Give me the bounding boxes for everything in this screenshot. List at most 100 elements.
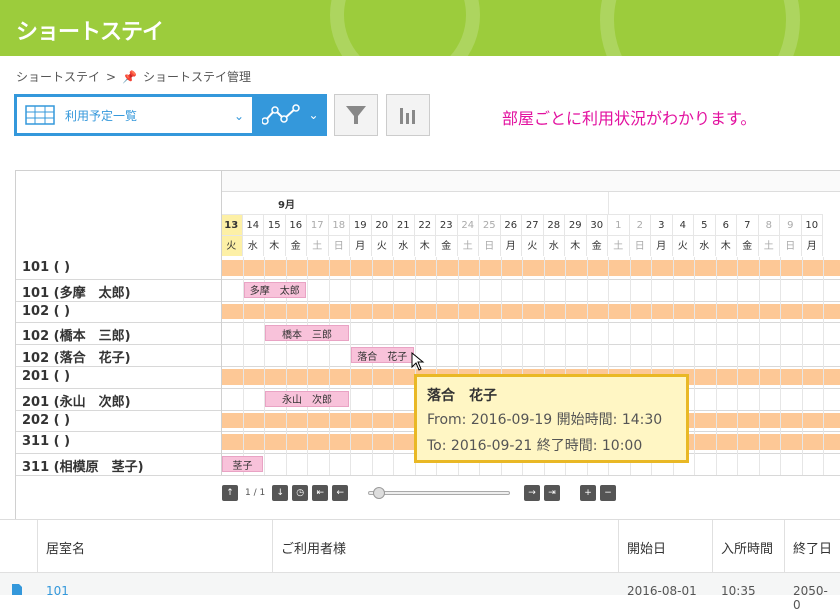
weekday: 火	[371, 235, 393, 256]
zoom-slider[interactable]	[368, 487, 510, 499]
zoom-buttons: + −	[580, 485, 616, 501]
records-table: 居室名 ご利用者様 開始日 入所時間 終了日 101 2016-08-01 10…	[0, 519, 840, 612]
graph-icon	[262, 104, 301, 125]
weekday: 金	[586, 235, 608, 256]
stay-event[interactable]: 永山 次郎	[265, 390, 349, 407]
day-number: 22	[414, 214, 436, 235]
label-column-divider	[221, 171, 222, 475]
weekday: 月	[651, 235, 673, 256]
graph-menu-button[interactable]: ⌄	[254, 94, 327, 136]
table-header[interactable]: 入所時間	[713, 520, 785, 572]
chevron-down-icon: ⌄	[308, 108, 319, 122]
breadcrumb-current: ショートステイ管理	[143, 70, 252, 84]
pin-icon: 📌	[122, 69, 138, 84]
arrow-up-icon[interactable]: ↑	[222, 485, 238, 501]
day-number: 2	[629, 214, 651, 235]
day-number: 21	[393, 214, 415, 235]
weekday: 水	[543, 235, 565, 256]
zoom-in-icon[interactable]: +	[580, 485, 596, 501]
app-title: ショートステイ	[16, 20, 164, 45]
day-gridline	[694, 257, 695, 475]
stay-event[interactable]: 茎子	[222, 456, 263, 473]
stay-event[interactable]: 多摩 太郎	[243, 281, 306, 298]
day-number: 27	[522, 214, 544, 235]
day-number: 19	[350, 214, 372, 235]
event-tooltip: 落合 花子 From: 2016-09-19 開始時間: 14:30 To: 2…	[414, 374, 689, 463]
tooltip-from: From: 2016-09-19 開始時間: 14:30	[427, 412, 663, 428]
pager-right: → ⇥	[524, 485, 560, 501]
table-header[interactable]: ご利用者様	[273, 520, 619, 572]
room-row-label: 102 (橋本 三郎)	[22, 329, 131, 345]
day-gridline	[801, 257, 803, 475]
weekday: 木	[414, 235, 436, 256]
day-gridline	[307, 257, 308, 475]
month-separator	[608, 192, 609, 214]
arrow-right-icon[interactable]: →	[524, 485, 540, 501]
vacancy-bar[interactable]	[222, 260, 840, 276]
day-number: 26	[500, 214, 522, 235]
stay-event[interactable]: 落合 花子	[351, 347, 414, 364]
zoom-out-icon[interactable]: −	[600, 485, 616, 501]
day-number: 13	[221, 214, 243, 235]
app-header: ショートステイ	[0, 0, 840, 56]
view-select[interactable]: 利用予定一覧 ⌄	[17, 97, 252, 133]
slider-handle[interactable]	[373, 487, 385, 499]
table-cell-user	[273, 572, 289, 596]
room-row-label: 102 (落合 花子)	[22, 351, 131, 367]
day-number: 1	[608, 214, 630, 235]
weekday: 木	[264, 235, 286, 256]
day-gridline	[823, 257, 824, 475]
table-cell-room[interactable]: 101	[38, 572, 77, 598]
room-row-label: 102 ( )	[22, 303, 71, 319]
skip-left-icon[interactable]: ⇤	[312, 485, 329, 501]
weekday: 金	[737, 235, 759, 256]
grid-header-top	[221, 171, 840, 192]
clock-icon[interactable]: ◷	[292, 485, 309, 501]
weekday: 土	[608, 235, 630, 256]
day-number: 18	[328, 214, 350, 235]
weekday: 日	[629, 235, 651, 256]
filter-button[interactable]	[334, 94, 378, 136]
day-number: 5	[694, 214, 716, 235]
day-number: 28	[543, 214, 565, 235]
day-number: 4	[672, 214, 694, 235]
weekday: 土	[758, 235, 780, 256]
arrow-left-icon[interactable]: ←	[332, 485, 349, 501]
room-row-label: 101 ( )	[22, 260, 71, 275]
table-header[interactable]: 居室名	[38, 520, 273, 572]
room-row-label: 311 ( )	[22, 434, 71, 450]
stay-event[interactable]: 橋本 三郎	[265, 325, 349, 342]
document-icon[interactable]	[12, 584, 22, 595]
arrow-down-icon[interactable]: ↓	[272, 485, 289, 501]
schedule-grid: 9月 13 火 14 水 15 木 16 金 17 土 18 日 19 月 20 火 21 水 22 木 23 金 24 土 2…	[15, 170, 840, 520]
vacancy-bar[interactable]	[222, 303, 840, 320]
header-decoration	[600, 0, 800, 56]
table-header[interactable]: 終了日	[785, 520, 840, 572]
chart-button[interactable]	[386, 94, 430, 136]
breadcrumb-separator: >	[106, 69, 117, 84]
breadcrumb: ショートステイ > 📌 ショートステイ管理	[16, 68, 251, 85]
day-number: 9	[780, 214, 802, 235]
day-number: 16	[285, 214, 307, 235]
day-number: 15	[264, 214, 286, 235]
breadcrumb-root[interactable]: ショートステイ	[16, 68, 100, 85]
table-header[interactable]: 開始日	[619, 520, 713, 572]
view-selector[interactable]: 利用予定一覧 ⌄ ⌄	[14, 94, 327, 136]
weekday: 水	[694, 235, 716, 256]
weekday: 土	[307, 235, 329, 256]
toolbar: 利用予定一覧 ⌄ ⌄	[14, 94, 327, 136]
table-view-icon	[25, 105, 55, 125]
day-gridline	[737, 257, 738, 475]
day-number: 29	[565, 214, 587, 235]
day-number: 10	[801, 214, 823, 235]
weekday: 金	[436, 235, 458, 256]
bar-chart-icon	[400, 108, 415, 124]
skip-right-icon[interactable]: ⇥	[544, 485, 560, 501]
weekday: 火	[522, 235, 544, 256]
weekday: 日	[479, 235, 501, 256]
day-number: 6	[715, 214, 737, 235]
day-number: 30	[586, 214, 608, 235]
day-number: 25	[479, 214, 501, 235]
weekday: 水	[242, 235, 264, 256]
month-label: 9月	[278, 200, 295, 211]
